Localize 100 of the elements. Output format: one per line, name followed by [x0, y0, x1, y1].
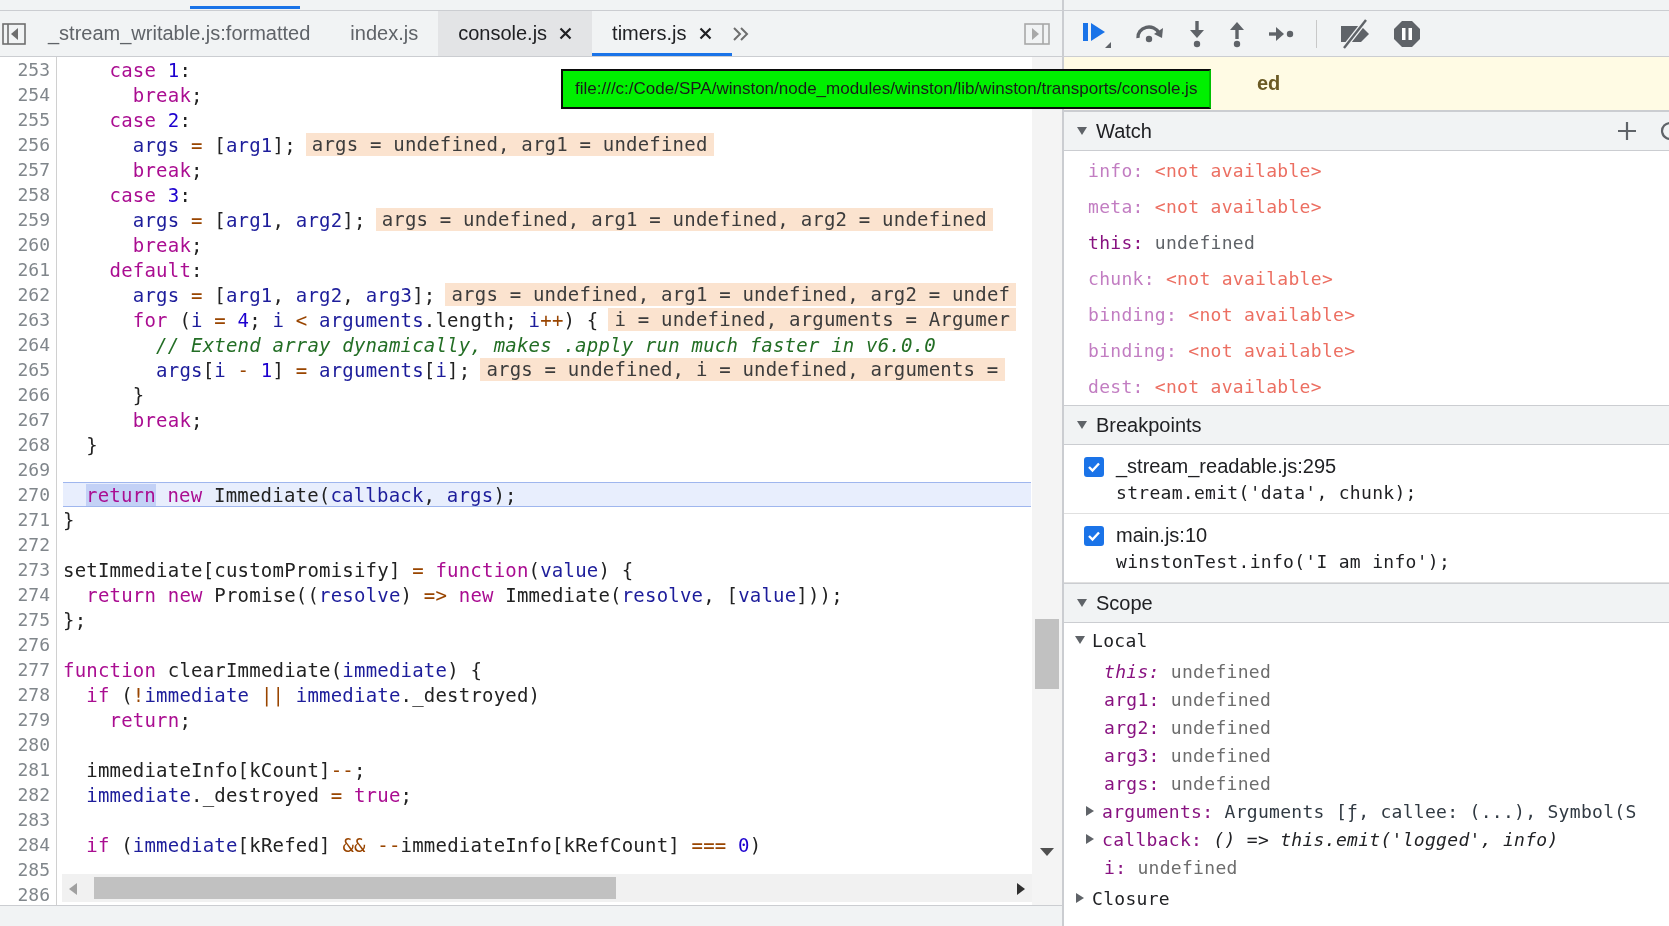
- inline-value-hint: i = undefined, arguments = Argumer: [608, 308, 1017, 331]
- file-tab[interactable]: timers.js: [592, 11, 732, 56]
- watch-section-header[interactable]: Watch: [1064, 111, 1669, 151]
- code-line: args[i - 1] = arguments[i];: [155, 358, 471, 381]
- scope-variable[interactable]: callback: () => this.emit('logged', info): [1102, 828, 1559, 850]
- code-line: args = [arg1];: [131, 133, 296, 156]
- code-line: };: [63, 608, 87, 631]
- file-tab[interactable]: console.js: [438, 11, 593, 56]
- breakpoint-checkbox[interactable]: [1084, 525, 1104, 546]
- section-title: Scope: [1096, 591, 1153, 615]
- line-number: 260: [16, 234, 51, 255]
- scrollbar-thumb[interactable]: [94, 877, 616, 899]
- line-number: 270: [16, 484, 51, 505]
- breakpoint-location[interactable]: main.js:10: [1116, 524, 1208, 547]
- close-icon[interactable]: [698, 27, 712, 40]
- scope-variable[interactable]: arguments: Arguments [ƒ, callee: (...), Symbol(S: [1102, 800, 1637, 822]
- expand-arrow-icon[interactable]: [1076, 125, 1088, 137]
- code-line: break;: [131, 83, 203, 106]
- breakpoints-section-header[interactable]: Breakpoints: [1064, 405, 1669, 445]
- step-icon[interactable]: [1268, 24, 1294, 43]
- code-line: args = [arg1, arg2, arg3];: [131, 283, 436, 306]
- scope-variable[interactable]: args: undefined: [1104, 772, 1272, 794]
- toggle-debugger-icon[interactable]: [1024, 22, 1050, 45]
- file-tab[interactable]: _stream_writable.js:formatted: [28, 11, 331, 56]
- code-line: if (!immediate || immediate._destroyed): [85, 683, 541, 706]
- add-icon[interactable]: [1617, 121, 1637, 141]
- line-number: 267: [16, 409, 51, 430]
- line-number: 278: [16, 684, 51, 705]
- scope-group[interactable]: Closure: [1092, 887, 1170, 909]
- close-icon[interactable]: [559, 27, 573, 40]
- line-number: 269: [16, 459, 51, 480]
- line-number: 280: [16, 734, 51, 755]
- deactivate-breakpoints-icon[interactable]: [1339, 18, 1371, 49]
- breakpoint-code: winstonTest.info('I am info');: [1115, 551, 1452, 572]
- line-number: 263: [16, 309, 51, 330]
- line-number: 266: [16, 384, 51, 405]
- code-line: case 3:: [108, 183, 192, 206]
- more-tabs-icon[interactable]: [731, 25, 750, 42]
- code-line: }: [131, 383, 145, 406]
- line-number: 283: [16, 809, 51, 830]
- code-line: default:: [108, 258, 203, 281]
- scroll-right-icon[interactable]: [1016, 882, 1026, 896]
- breakpoint-location[interactable]: _stream_readable.js:295: [1116, 455, 1337, 478]
- code-line: immediate._destroyed = true;: [85, 783, 413, 806]
- code-line: case 1:: [108, 58, 192, 81]
- horizontal-scrollbar[interactable]: [62, 874, 1032, 902]
- line-number: 256: [16, 134, 51, 155]
- watch-expression[interactable]: this: undefined: [1088, 231, 1256, 253]
- line-number: 264: [16, 334, 51, 355]
- toggle-navigator-icon[interactable]: [2, 22, 26, 45]
- line-number: 259: [16, 209, 51, 230]
- breakpoint-checkbox[interactable]: [1084, 456, 1104, 477]
- line-number: 284: [16, 834, 51, 855]
- file-tab[interactable]: index.js: [330, 11, 439, 56]
- line-number: 274: [16, 584, 51, 605]
- line-number: 277: [16, 659, 51, 680]
- code-line: function clearImmediate(immediate) {: [63, 658, 483, 681]
- scroll-down-icon[interactable]: [1039, 847, 1055, 857]
- expand-arrow-icon[interactable]: [1084, 805, 1096, 817]
- scope-section-header[interactable]: Scope: [1064, 583, 1669, 623]
- code-line: case 2:: [108, 108, 192, 131]
- line-number: 281: [16, 759, 51, 780]
- line-number: 261: [16, 259, 51, 280]
- paused-message: ed: [1257, 72, 1281, 95]
- expand-arrow-icon[interactable]: [1074, 634, 1086, 646]
- code-line: return;: [108, 708, 192, 731]
- code-line: setImmediate[customPromisify] = function(value) {: [63, 558, 634, 581]
- line-number: 275: [16, 609, 51, 630]
- scope-variable[interactable]: arg3: undefined: [1104, 744, 1272, 766]
- line-number: 282: [16, 784, 51, 805]
- inline-value-hint: args = undefined, arg1 = undefined, arg2 = undef: [445, 283, 1017, 306]
- scope-variable[interactable]: this: undefined: [1104, 660, 1272, 682]
- code-line: args = [arg1, arg2];: [131, 208, 366, 231]
- line-number: 254: [16, 84, 51, 105]
- scope-variable[interactable]: arg1: undefined: [1104, 688, 1272, 710]
- scope-variable[interactable]: arg2: undefined: [1104, 716, 1272, 738]
- line-number: 257: [16, 159, 51, 180]
- step-into-icon[interactable]: [1188, 19, 1206, 48]
- code-line: return new Immediate(callback, args);: [86, 483, 517, 506]
- expand-arrow-icon[interactable]: [1084, 833, 1096, 845]
- expand-arrow-icon[interactable]: [1076, 419, 1088, 431]
- line-number: 265: [16, 359, 51, 380]
- line-number: 285: [16, 859, 51, 880]
- scope-group[interactable]: Local: [1092, 629, 1148, 651]
- line-number: 272: [16, 534, 51, 555]
- line-number: 273: [16, 559, 51, 580]
- breakpoint-code: stream.emit('data', chunk);: [1115, 482, 1418, 503]
- scrollbar-thumb[interactable]: [1035, 619, 1059, 689]
- line-number: 255: [16, 109, 51, 130]
- line-number: 286: [16, 884, 51, 905]
- expand-arrow-icon[interactable]: [1076, 597, 1088, 609]
- expand-arrow-icon[interactable]: [1074, 892, 1086, 904]
- line-number: 262: [16, 284, 51, 305]
- file-path-tooltip: file:///c:/Code/SPA/winston/node_modules/winston/lib/winston/transports/console.js: [561, 69, 1212, 109]
- line-number: 268: [16, 434, 51, 455]
- pause-on-exceptions-icon[interactable]: [1393, 19, 1421, 48]
- inline-value-hint: args = undefined, i = undefined, arguments =: [480, 358, 1005, 381]
- section-title: Watch: [1096, 119, 1152, 143]
- scope-variable[interactable]: i: undefined: [1104, 856, 1238, 878]
- code-line: // Extend array dynamically, makes .apply run much faster in v6.0.0: [155, 333, 936, 356]
